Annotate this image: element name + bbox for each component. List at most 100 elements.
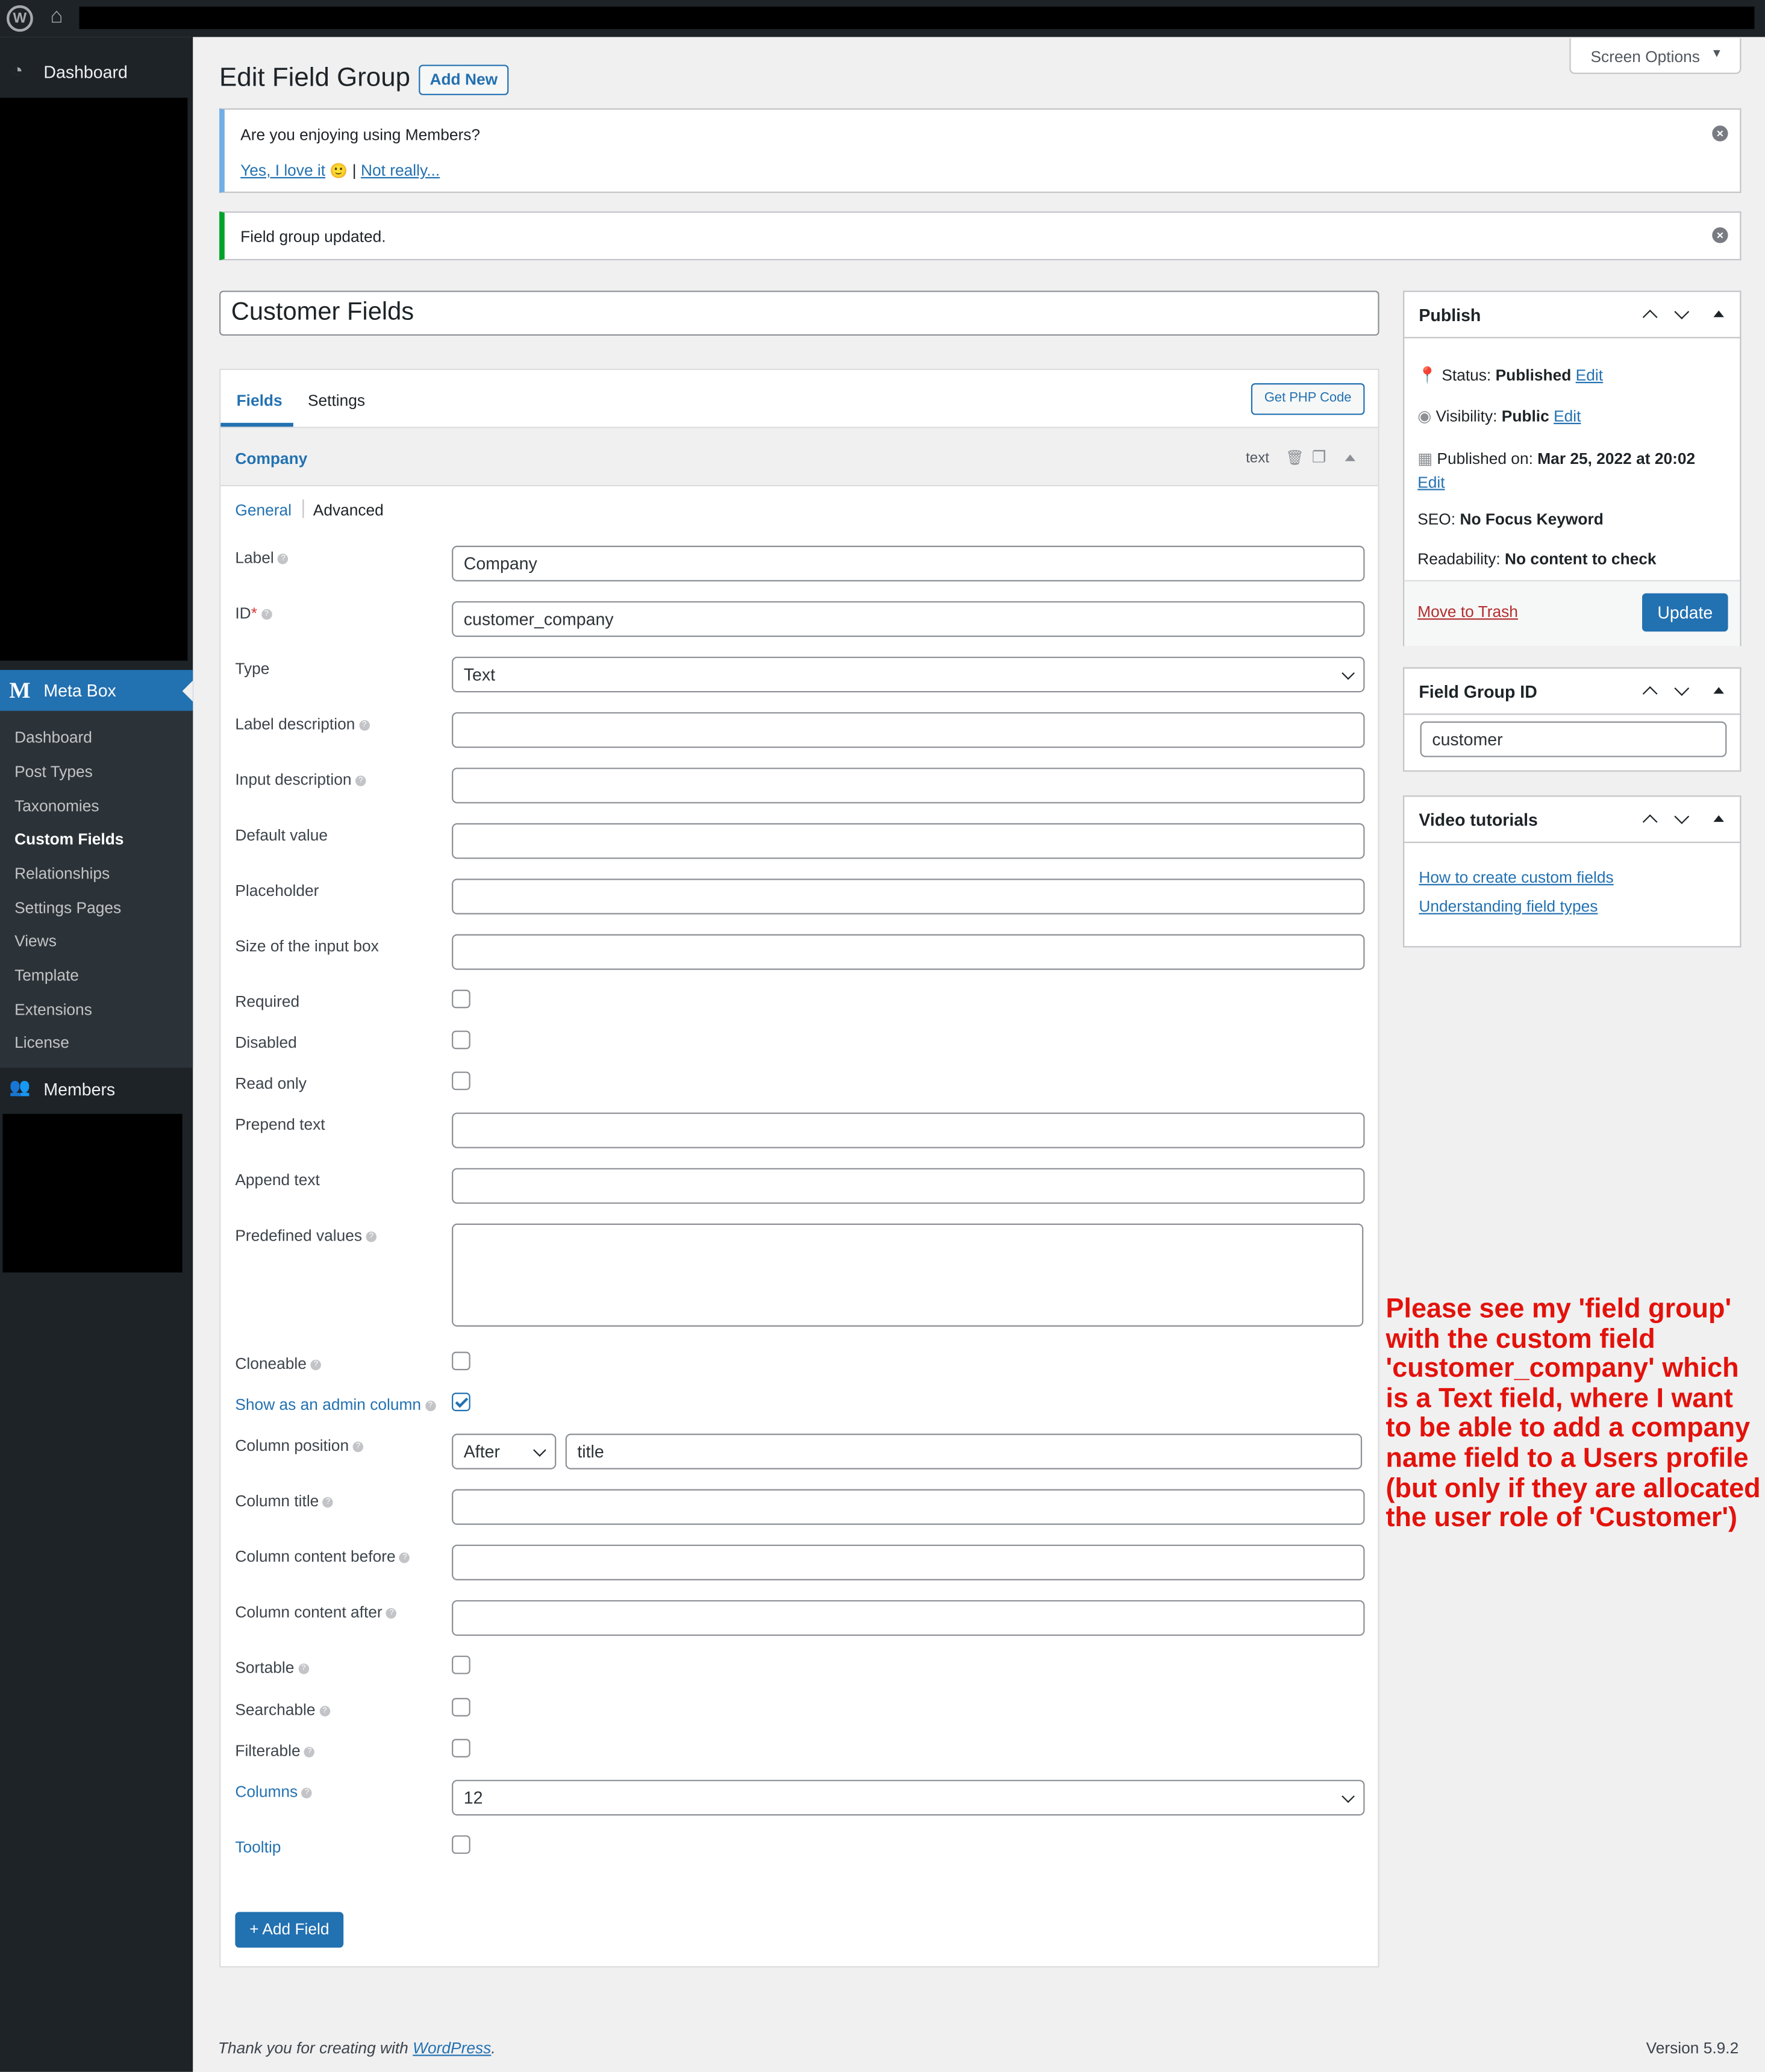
submenu-taxonomies[interactable]: Taxonomies (14, 797, 99, 815)
default-value-input[interactable] (452, 823, 1365, 859)
trash-icon[interactable]: 🗑 (1285, 449, 1304, 466)
submenu-relationships[interactable]: Relationships (14, 864, 110, 883)
submenu-dashboard[interactable]: Dashboard (14, 728, 92, 746)
published-value: Mar 25, 2022 at 20:02 (1537, 449, 1696, 468)
columns-select-value: 12 (463, 1788, 483, 1808)
sidebar-item-dashboard[interactable]: ◔ Dashboard (0, 58, 193, 87)
wordpress-logo-icon[interactable]: W (6, 5, 33, 32)
group-title-input[interactable]: Customer Fields (219, 290, 1379, 336)
add-field-button[interactable]: + Add Field (235, 1912, 344, 1948)
wordpress-link[interactable]: WordPress (413, 2039, 491, 2058)
move-down-icon[interactable] (1674, 681, 1690, 696)
move-up-icon[interactable] (1642, 309, 1658, 325)
submenu-template[interactable]: Template (14, 966, 79, 984)
column-title-input[interactable] (452, 1489, 1365, 1525)
move-down-icon[interactable] (1674, 809, 1690, 824)
collapse-icon[interactable] (1713, 687, 1724, 694)
move-to-trash-link[interactable]: Move to Trash (1417, 603, 1518, 621)
field-group-id-input[interactable]: customer (1420, 721, 1727, 757)
move-up-icon[interactable] (1642, 686, 1658, 701)
footer-version: Version 5.9.2 (1646, 2038, 1739, 2058)
submenu-extensions[interactable]: Extensions (14, 1000, 92, 1019)
id-input[interactable]: customer_company (452, 601, 1365, 637)
submenu-views[interactable]: Views (14, 931, 57, 950)
sortable-checkbox[interactable] (452, 1655, 470, 1674)
love-it-link[interactable]: Yes, I love it (240, 161, 325, 180)
sidebar-item-label: Members (43, 1079, 116, 1100)
subtab-general[interactable]: General (235, 501, 292, 519)
duplicate-icon[interactable]: ❐ (1312, 448, 1326, 466)
label-description-input[interactable] (452, 712, 1365, 748)
get-php-code-button[interactable]: Get PHP Code (1251, 383, 1365, 415)
page-title: Edit Field Group (219, 63, 410, 93)
placeholder-input[interactable] (452, 878, 1365, 915)
field-type-badge: text (1246, 450, 1269, 467)
edit-status-link[interactable]: Edit (1576, 366, 1603, 384)
help-icon: ? (310, 1359, 322, 1370)
read-only-checkbox[interactable] (452, 1071, 470, 1091)
type-select[interactable]: Text (452, 656, 1365, 693)
field-group-id-panel: Field Group ID customer (1403, 667, 1742, 772)
label-label: Label? (235, 548, 289, 567)
tooltip-checkbox[interactable] (452, 1835, 470, 1854)
id-label: ID*? (235, 604, 272, 622)
screen-options-button[interactable]: Screen Options ▼ (1569, 38, 1742, 74)
column-after-input[interactable] (452, 1600, 1365, 1636)
admin-column-checkbox[interactable] (452, 1392, 470, 1412)
sidebar-item-label: Dashboard (43, 62, 128, 82)
tutorial-link[interactable]: Understanding field types (1419, 897, 1598, 916)
columns-select[interactable]: 12 (452, 1780, 1365, 1816)
column-title-label: Column title? (235, 1492, 334, 1510)
panel-title: Video tutorials (1419, 810, 1538, 830)
required-label: Required (235, 992, 300, 1011)
tab-settings[interactable]: Settings (308, 391, 365, 410)
column-position-input[interactable]: title (565, 1433, 1363, 1469)
add-new-button[interactable]: Add New (419, 64, 509, 95)
submenu-license[interactable]: License (14, 1033, 69, 1052)
cloneable-checkbox[interactable] (452, 1351, 470, 1371)
size-input[interactable] (452, 934, 1365, 970)
admin-sidebar: ◔ Dashboard M Meta Box Dashboard Post Ty… (0, 37, 193, 2072)
submenu-post-types[interactable]: Post Types (14, 762, 93, 781)
meta-box-icon: M (9, 678, 31, 703)
subtab-advanced[interactable]: Advanced (313, 501, 384, 519)
required-checkbox[interactable] (452, 989, 470, 1009)
append-input[interactable] (452, 1168, 1365, 1204)
help-icon: ? (278, 553, 289, 565)
current-arrow-icon (182, 680, 193, 702)
dismiss-icon[interactable]: × (1712, 227, 1728, 243)
field-header[interactable]: Company text 🗑 ❐ (220, 428, 1378, 487)
dismiss-icon[interactable]: × (1712, 125, 1728, 142)
searchable-checkbox[interactable] (452, 1698, 470, 1717)
tab-fields[interactable]: Fields (237, 391, 283, 410)
column-before-input[interactable] (452, 1544, 1365, 1580)
prepend-input[interactable] (452, 1112, 1365, 1148)
column-position-select[interactable]: After (452, 1433, 557, 1469)
input-description-input[interactable] (452, 768, 1365, 804)
collapse-icon[interactable] (1345, 454, 1356, 462)
predefined-textarea[interactable] (452, 1223, 1364, 1327)
move-up-icon[interactable] (1642, 814, 1658, 830)
submenu-custom-fields[interactable]: Custom Fields (14, 830, 123, 848)
sidebar-item-meta-box[interactable]: M Meta Box (0, 669, 193, 711)
collapse-icon[interactable] (1713, 815, 1724, 822)
edit-visibility-link[interactable]: Edit (1554, 407, 1581, 425)
status-value: Published (1495, 366, 1572, 385)
submenu-settings-pages[interactable]: Settings Pages (14, 898, 121, 917)
collapse-icon[interactable] (1713, 310, 1724, 318)
tooltip-label: Tooltip (235, 1838, 281, 1857)
edit-date-link[interactable]: Edit (1417, 473, 1445, 492)
sidebar-item-members[interactable]: 👥 Members (0, 1074, 193, 1103)
update-button[interactable]: Update (1642, 593, 1728, 632)
help-icon: ? (358, 719, 370, 731)
column-position-select-value: After (463, 1441, 501, 1462)
publish-actions: Move to Trash Update (1404, 580, 1740, 646)
filterable-checkbox[interactable] (452, 1739, 470, 1757)
not-really-link[interactable]: Not really... (361, 161, 440, 180)
tutorial-link[interactable]: How to create custom fields (1419, 868, 1613, 887)
label-input[interactable]: Company (452, 545, 1365, 581)
move-down-icon[interactable] (1674, 304, 1690, 319)
home-icon[interactable]: ⌂ (50, 5, 63, 29)
disabled-checkbox[interactable] (452, 1030, 470, 1050)
disabled-label: Disabled (235, 1033, 297, 1052)
